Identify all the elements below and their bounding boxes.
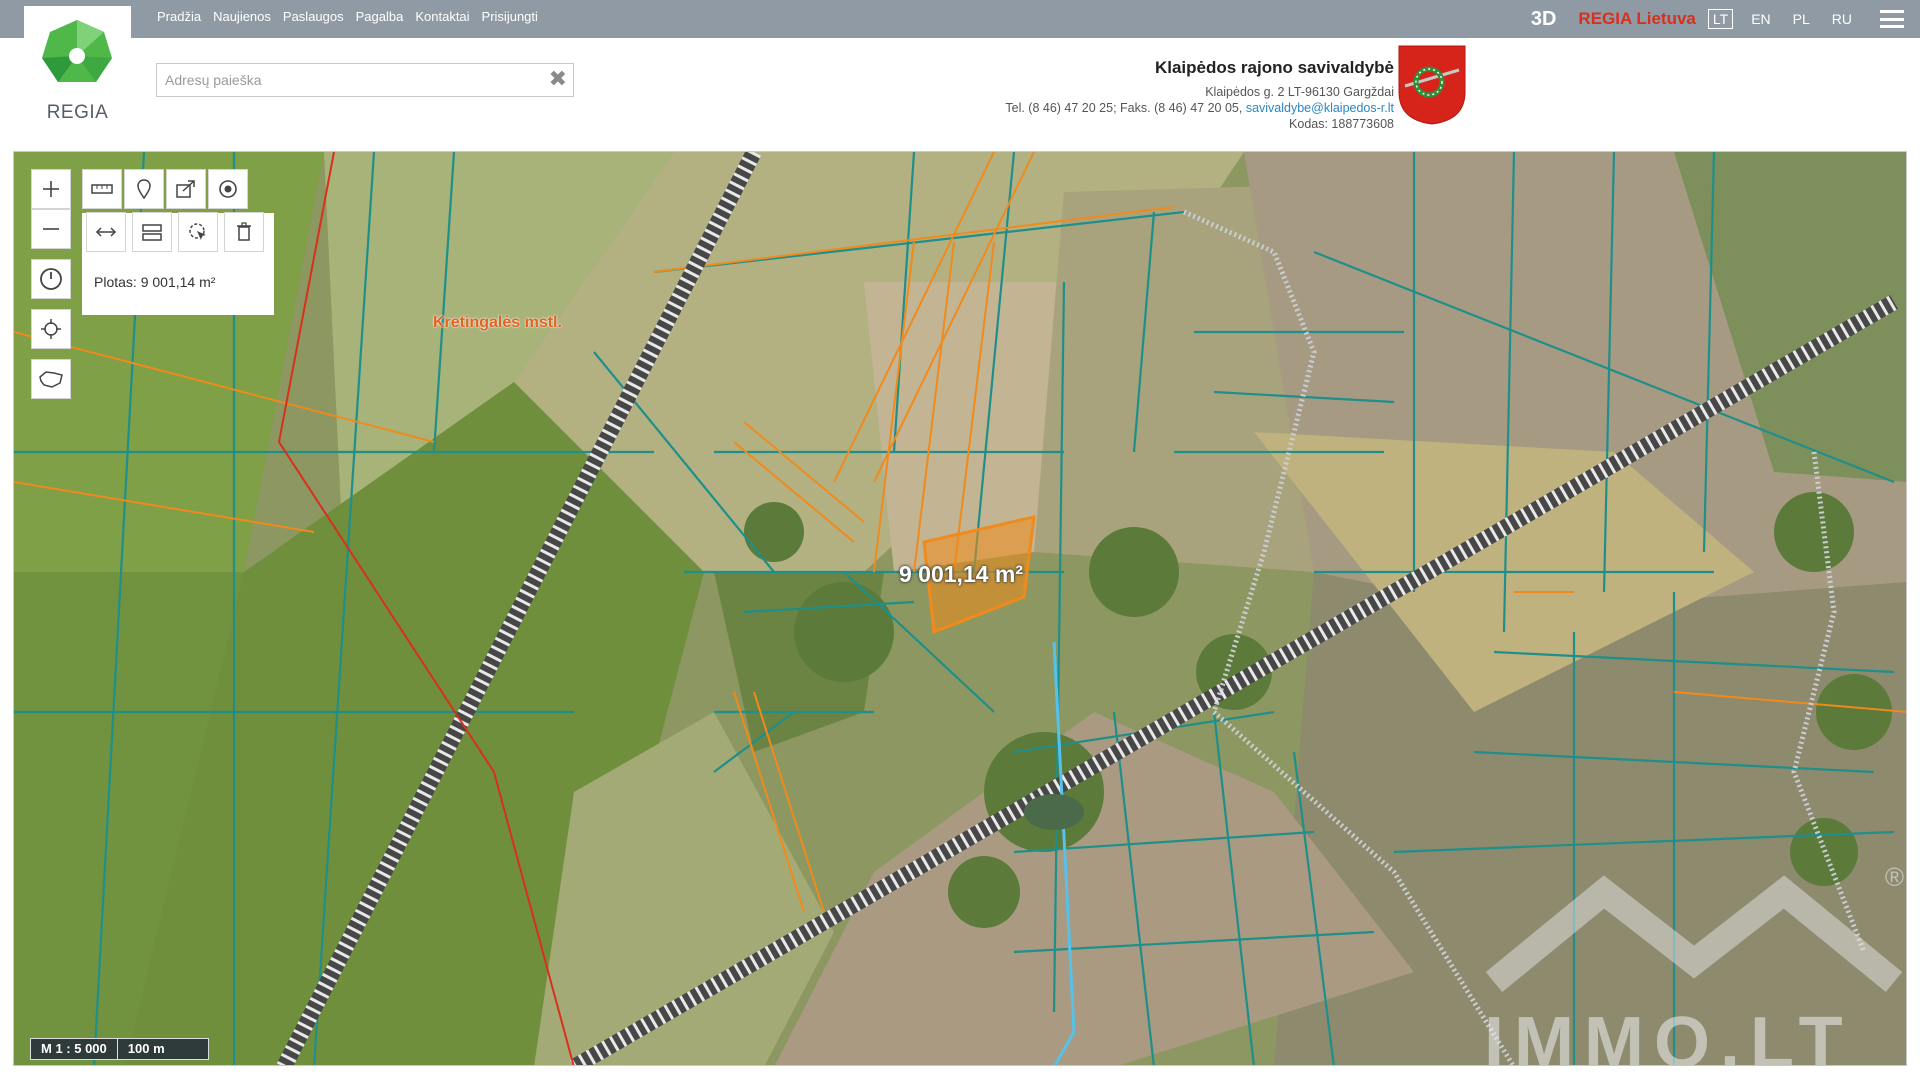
- nav-help[interactable]: Pagalba: [356, 9, 404, 24]
- history-button[interactable]: [31, 259, 71, 299]
- lang-en[interactable]: EN: [1747, 10, 1774, 28]
- address-search: ✖: [156, 63, 574, 97]
- target-icon: [219, 180, 237, 198]
- map-scale: M 1 : 5 000 100 m: [30, 1038, 209, 1060]
- nav-services[interactable]: Paslaugos: [283, 9, 344, 24]
- top-right-controls: 3D REGIA Lietuva LT EN PL RU: [1531, 0, 1920, 38]
- municipality-email-link[interactable]: savivaldybe@klaipedos-r.lt: [1246, 101, 1394, 115]
- area-ruler-icon: [142, 224, 162, 241]
- area-measurement-result: Plotas: 9 001,14 m²: [94, 274, 216, 290]
- nav-login[interactable]: Prisijungti: [482, 9, 538, 24]
- trash-icon: [237, 222, 251, 241]
- regia-logo-icon: [42, 20, 112, 82]
- top-navigation-bar: Pradžia Naujienos Paslaugos Pagalba Kont…: [0, 0, 1920, 38]
- target-button[interactable]: [208, 169, 248, 209]
- main-menu: Pradžia Naujienos Paslaugos Pagalba Kont…: [157, 9, 538, 24]
- ruler-icon: [91, 184, 113, 194]
- orthophoto-map[interactable]: [14, 152, 1907, 1066]
- scale-bar: 100 m: [117, 1038, 209, 1060]
- address-search-input[interactable]: [157, 64, 543, 96]
- share-button[interactable]: [166, 169, 206, 209]
- clock-icon: [40, 268, 62, 290]
- municipality-info: Klaipėdos rajono savivaldybė Klaipėdos g…: [1005, 58, 1394, 132]
- nav-contacts[interactable]: Kontaktai: [415, 9, 469, 24]
- nav-news[interactable]: Naujienos: [213, 9, 271, 24]
- hamburger-menu-icon[interactable]: [1880, 10, 1904, 28]
- measure-distance-button[interactable]: [86, 212, 126, 252]
- town-label: Kretingalės mstl.: [433, 314, 562, 331]
- municipality-name: Klaipėdos rajono savivaldybė: [1154, 58, 1394, 77]
- locate-me-button[interactable]: [31, 309, 71, 349]
- lang-lt[interactable]: LT: [1707, 9, 1734, 29]
- municipality-phone: Tel. (8 46) 47 20 25; Faks. (8 46) 47 20…: [1005, 101, 1243, 115]
- cursor-select-icon: [189, 223, 206, 240]
- regia-lietuva-link[interactable]: REGIA Lietuva: [1578, 9, 1695, 29]
- full-extent-button[interactable]: [31, 359, 71, 399]
- municipality-contacts: Tel. (8 46) 47 20 25; Faks. (8 46) 47 20…: [1005, 100, 1394, 116]
- lithuania-map-icon: [39, 371, 63, 388]
- location-pin-button[interactable]: [124, 169, 164, 209]
- municipality-code: Kodas: 188773608: [1289, 117, 1394, 131]
- select-measure-button[interactable]: [178, 212, 218, 252]
- regia-logo[interactable]: REGIA: [24, 6, 131, 128]
- lang-pl[interactable]: PL: [1789, 10, 1814, 28]
- map-viewport[interactable]: Kretingalės mstl. 9 001,14 m² Plotas: 9 …: [13, 151, 1907, 1066]
- measure-area-button[interactable]: [132, 212, 172, 252]
- zoom-in-button[interactable]: [31, 169, 71, 209]
- zoom-out-button[interactable]: [31, 209, 71, 249]
- measure-tool-button[interactable]: [82, 169, 122, 209]
- coat-of-arms-icon: [1398, 45, 1466, 125]
- minus-icon: [43, 228, 59, 230]
- crosshair-icon: [41, 319, 61, 339]
- municipality-address: Klaipėdos g. 2 LT-96130 Gargždai: [1205, 85, 1394, 99]
- plus-icon: [43, 181, 59, 197]
- lang-ru[interactable]: RU: [1828, 10, 1856, 28]
- distance-icon: [95, 227, 117, 237]
- logo-text: REGIA: [46, 102, 109, 123]
- delete-measurement-button[interactable]: [224, 212, 264, 252]
- clear-search-icon[interactable]: ✖: [549, 68, 567, 90]
- 3d-button[interactable]: 3D: [1531, 8, 1557, 31]
- location-pin-icon: [137, 179, 151, 200]
- share-icon: [176, 180, 195, 198]
- nav-home[interactable]: Pradžia: [157, 9, 201, 24]
- measured-area-label: 9 001,14 m²: [899, 561, 1024, 587]
- scale-ratio: M 1 : 5 000: [30, 1038, 118, 1060]
